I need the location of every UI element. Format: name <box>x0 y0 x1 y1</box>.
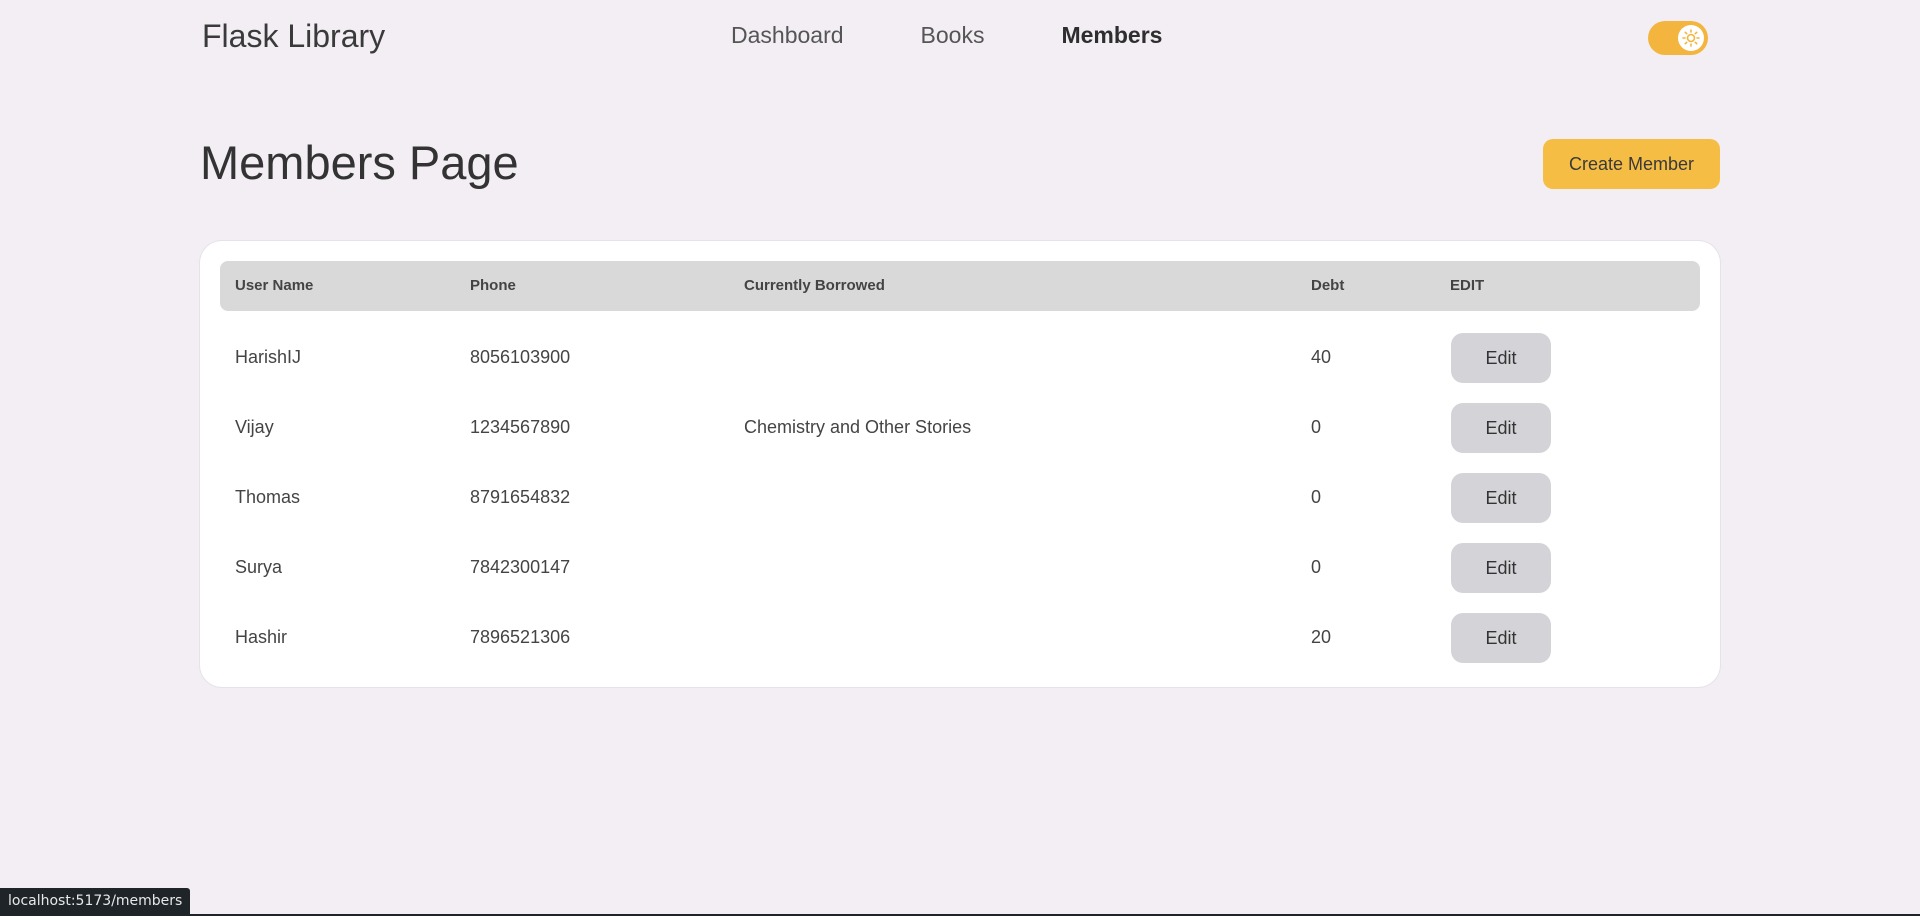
table-row: Hashir 7896521306 20 Edit <box>220 603 1700 673</box>
column-header-edit: EDIT <box>1450 277 1485 294</box>
nav-members[interactable]: Members <box>1061 22 1162 49</box>
status-bar-url: localhost:5173/members <box>0 888 191 914</box>
table-row: HarishIJ 8056103900 40 Edit <box>220 323 1700 393</box>
edit-button[interactable]: Edit <box>1451 403 1551 453</box>
cell-phone: 7842300147 <box>470 557 571 577</box>
nav-dashboard[interactable]: Dashboard <box>731 22 844 49</box>
sun-icon <box>1682 29 1700 47</box>
members-table: User Name Phone Currently Borrowed Debt … <box>200 241 1720 687</box>
theme-toggle[interactable] <box>1648 21 1708 55</box>
cell-debt: 0 <box>1311 487 1322 507</box>
page-title: Members Page <box>200 136 519 189</box>
table-row: Thomas 8791654832 0 Edit <box>220 463 1700 533</box>
cell-user-name: Thomas <box>235 487 301 507</box>
edit-button[interactable]: Edit <box>1451 473 1551 523</box>
top-navbar: Flask Library Dashboard Books Members <box>0 0 1920 75</box>
column-header-currently-borrowed: Currently Borrowed <box>744 277 885 294</box>
cell-debt: 0 <box>1311 557 1322 577</box>
edit-button[interactable]: Edit <box>1451 333 1551 383</box>
table-row: Vijay 1234567890 Chemistry and Other Sto… <box>220 393 1700 463</box>
cell-phone: 1234567890 <box>470 417 571 437</box>
toggle-knob <box>1678 25 1704 51</box>
table-header: User Name Phone Currently Borrowed Debt … <box>220 261 1700 311</box>
edit-button[interactable]: Edit <box>1451 613 1551 663</box>
cell-user-name: Hashir <box>235 627 288 647</box>
main-nav: Dashboard Books Members <box>731 22 1162 49</box>
cell-currently-borrowed: Chemistry and Other Stories <box>744 417 972 437</box>
column-header-phone: Phone <box>470 277 516 294</box>
edit-button[interactable]: Edit <box>1451 543 1551 593</box>
column-header-user-name: User Name <box>235 277 314 294</box>
cell-user-name: HarishIJ <box>235 347 302 367</box>
page: Flask Library Dashboard Books Members Me… <box>0 0 1920 916</box>
cell-debt: 20 <box>1311 627 1332 647</box>
cell-phone: 8791654832 <box>470 487 571 507</box>
cell-phone: 8056103900 <box>470 347 571 367</box>
cell-phone: 7896521306 <box>470 627 571 647</box>
table-row: Surya 7842300147 0 Edit <box>220 533 1700 603</box>
cell-user-name: Surya <box>235 557 283 577</box>
nav-books[interactable]: Books <box>921 22 985 49</box>
cell-debt: 40 <box>1311 347 1332 367</box>
column-header-debt: Debt <box>1311 277 1345 294</box>
cell-debt: 0 <box>1311 417 1322 437</box>
cell-user-name: Vijay <box>235 417 274 437</box>
create-member-button[interactable]: Create Member <box>1543 139 1720 189</box>
brand-title[interactable]: Flask Library <box>202 18 385 55</box>
